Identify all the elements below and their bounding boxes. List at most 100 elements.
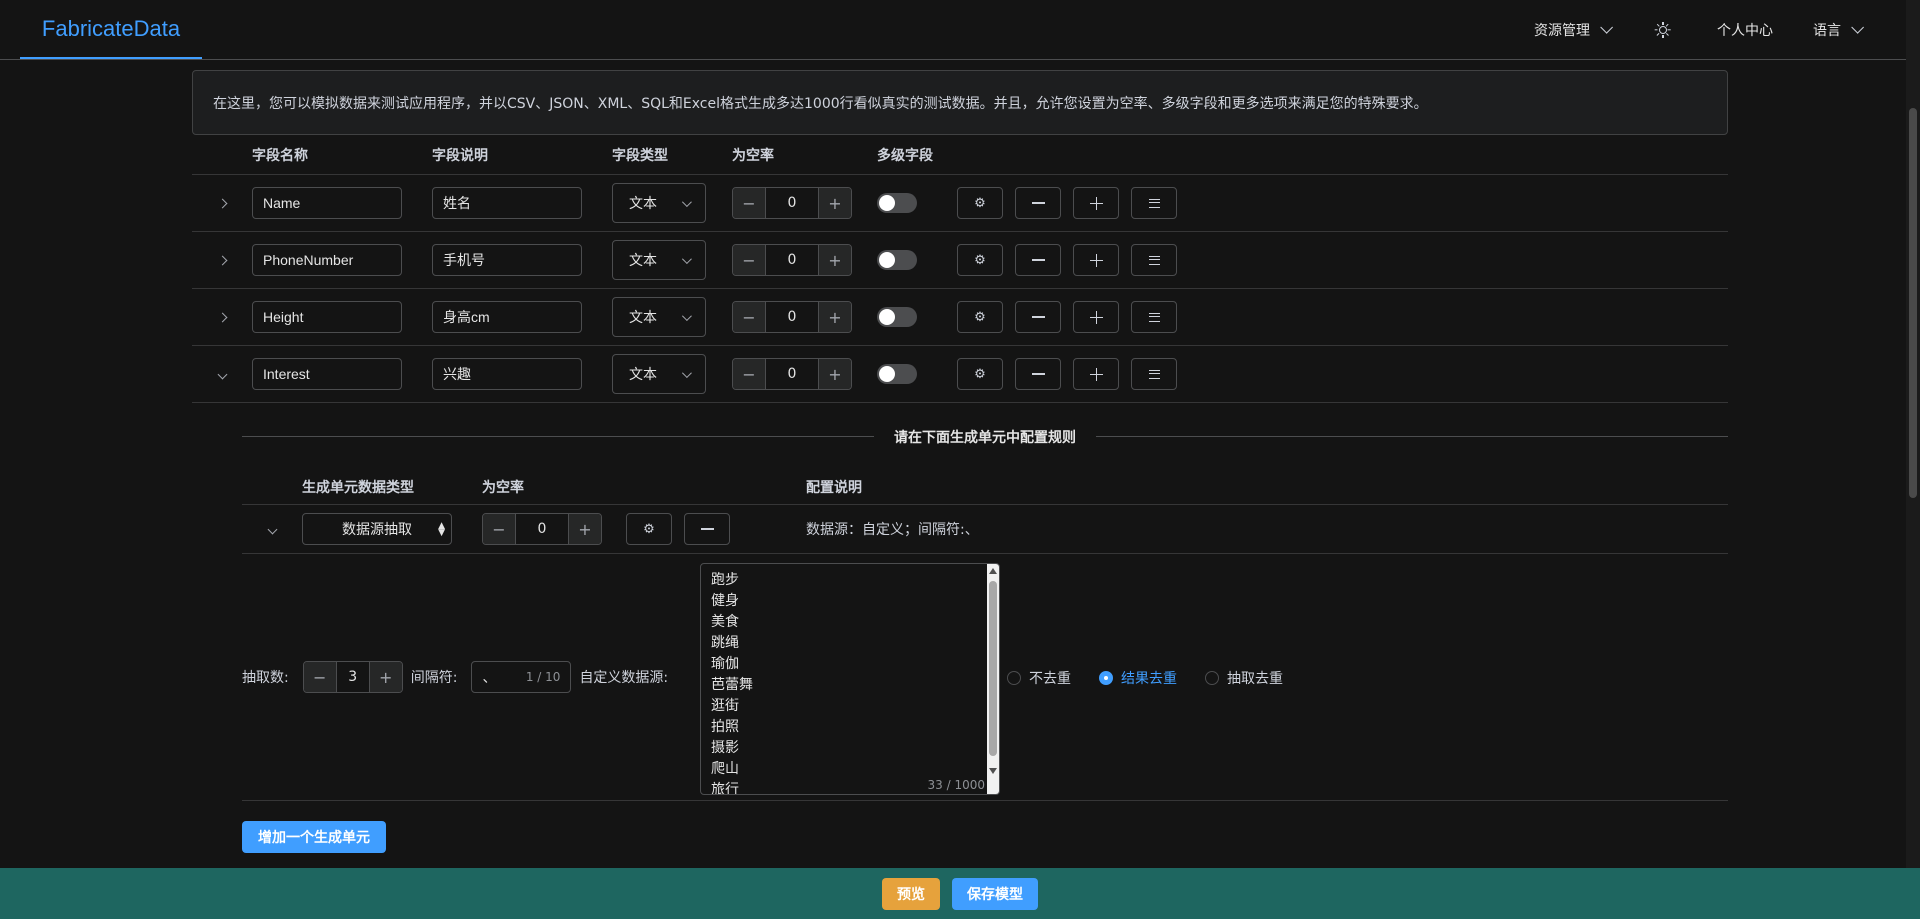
separator-input[interactable]: 、 1 / 10 [471,661,572,693]
field-type-select[interactable]: 文本 [612,240,706,280]
row-expand-toggle[interactable] [192,312,252,322]
null-rate-value[interactable]: 0 [765,302,819,332]
add-unit-button[interactable]: 增加一个生成单元 [242,821,386,853]
unit-type-select[interactable]: 数据源抽取 ▲ ▼ [302,513,452,545]
increase-button[interactable]: + [819,302,851,332]
profile-link[interactable]: 个人中心 [1697,0,1793,59]
dedupe-radio[interactable]: 结果去重 [1099,668,1177,688]
increase-button[interactable]: + [819,359,851,389]
field-desc-input[interactable]: 手机号 [432,244,582,276]
field-type-select[interactable]: 文本 [612,354,706,394]
source-line: 爬山 [711,761,739,777]
null-rate-stepper[interactable]: − 0 + [732,358,852,390]
null-rate-value[interactable]: 0 [765,245,819,275]
dedupe-radio[interactable]: 不去重 [1007,668,1071,688]
app-logo[interactable]: FabricateData [20,0,202,59]
decrease-button[interactable]: − [733,188,765,218]
gear-icon: ⚙ [974,309,986,325]
field-row: Name 姓名 文本 − 0 + ⚙ [192,175,1728,232]
unit-settings-button[interactable]: ⚙ [626,513,672,545]
extract-count-value[interactable]: 3 [335,662,370,692]
null-rate-stepper[interactable]: − 0 + [732,301,852,333]
remove-field-button[interactable] [1015,358,1061,390]
separator-char-count: 1 / 10 [525,670,561,684]
field-settings-button[interactable]: ⚙ [957,187,1003,219]
source-line: 健身 [711,593,739,609]
decrease-button[interactable]: − [483,514,515,544]
multi-level-toggle[interactable] [877,364,917,384]
field-settings-button[interactable]: ⚙ [957,301,1003,333]
decrease-button[interactable]: − [733,245,765,275]
add-field-button[interactable] [1073,301,1119,333]
custom-source-textarea[interactable]: 跑步 健身 美食 跳绳 瑜伽 芭蕾舞 逛街 拍照 摄影 爬山 旅行 33 / 1000 [700,563,1000,795]
minus-icon [1031,316,1045,318]
increase-button[interactable]: + [819,188,851,218]
field-name-input[interactable]: Name [252,187,402,219]
language-menu[interactable]: 语言 [1793,0,1880,59]
field-desc-input[interactable]: 姓名 [432,187,582,219]
null-rate-stepper[interactable]: − 0 + [732,244,852,276]
textarea-scroll-thumb[interactable] [989,581,997,756]
field-settings-button[interactable]: ⚙ [957,358,1003,390]
decrease-button[interactable]: − [733,359,765,389]
page-scrollbar[interactable] [1906,0,1920,919]
increase-button[interactable]: + [569,514,601,544]
decrease-button[interactable]: − [733,302,765,332]
add-field-button[interactable] [1073,244,1119,276]
multi-level-toggle[interactable] [877,307,917,327]
unit-remove-button[interactable] [684,513,730,545]
page-scroll-thumb[interactable] [1909,108,1917,498]
field-name-input[interactable]: PhoneNumber [252,244,402,276]
scroll-down-icon[interactable] [989,768,997,774]
save-model-button[interactable]: 保存模型 [952,877,1038,910]
source-line: 瑜伽 [711,656,739,672]
remove-field-button[interactable] [1015,301,1061,333]
null-rate-value[interactable]: 0 [765,359,819,389]
decrease-button[interactable]: − [303,662,336,692]
radio-circle[interactable] [1099,670,1113,685]
null-rate-value[interactable]: 0 [765,188,819,218]
add-field-button[interactable] [1073,187,1119,219]
resource-menu[interactable]: 资源管理 [1514,0,1629,59]
source-line: 拍照 [711,719,739,735]
drag-handle-button[interactable] [1131,244,1177,276]
gear-icon: ⚙ [643,521,655,537]
drag-handle-button[interactable] [1131,301,1177,333]
unit-null-rate-stepper[interactable]: − 0 + [482,513,602,545]
field-settings-button[interactable]: ⚙ [957,244,1003,276]
chevron-down-icon [681,253,692,264]
row-expand-toggle[interactable] [192,255,252,265]
extract-count-stepper[interactable]: − 3 + [302,661,403,693]
add-field-button[interactable] [1073,358,1119,390]
field-type-select[interactable]: 文本 [612,183,706,223]
row-expand-toggle[interactable] [192,198,252,208]
multi-level-toggle[interactable] [877,250,917,270]
unit-null-rate-value[interactable]: 0 [515,514,569,544]
row-expand-toggle[interactable] [192,369,252,379]
null-rate-stepper[interactable]: − 0 + [732,187,852,219]
field-desc-input[interactable]: 身高cm [432,301,582,333]
field-name-input[interactable]: Height [252,301,402,333]
radio-circle[interactable] [1007,670,1021,685]
field-type-select[interactable]: 文本 [612,297,706,337]
gear-icon: ⚙ [974,195,986,211]
remove-field-button[interactable] [1015,187,1061,219]
scroll-up-icon[interactable] [989,568,997,574]
minus-icon [1031,202,1045,204]
increase-button[interactable]: + [369,662,402,692]
field-name-input[interactable]: Interest [252,358,402,390]
field-type-value: 文本 [629,253,657,269]
multi-level-toggle[interactable] [877,193,917,213]
theme-toggle-sun-icon[interactable] [1654,21,1671,38]
remove-field-button[interactable] [1015,244,1061,276]
unit-collapse-toggle[interactable] [242,524,302,534]
field-desc-input[interactable]: 兴趣 [432,358,582,390]
drag-handle-button[interactable] [1131,187,1177,219]
radio-circle[interactable] [1205,670,1219,685]
drag-handle-button[interactable] [1131,358,1177,390]
preview-button[interactable]: 预览 [882,877,940,910]
header-config-desc: 配置说明 [806,479,862,496]
chevron-down-icon [1851,21,1864,34]
dedupe-radio[interactable]: 抽取去重 [1205,668,1283,688]
increase-button[interactable]: + [819,245,851,275]
